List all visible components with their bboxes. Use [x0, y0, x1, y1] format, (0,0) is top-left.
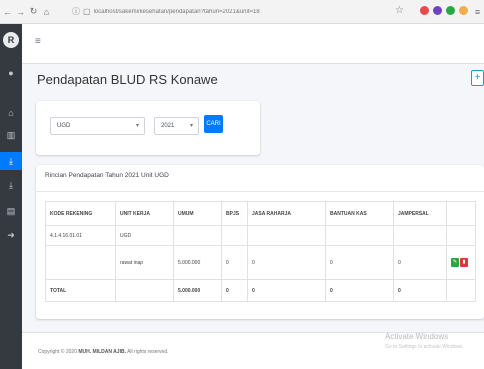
income-table: KODE REKENING UNIT KERJA UMUM BPJS JASA …: [45, 201, 476, 302]
user-avatar-icon[interactable]: ●: [0, 64, 22, 82]
column-header: KODE REKENING: [45, 201, 116, 226]
content-area: Pendapatan BLUD RS Konawe + UGD ▾ 2021 ▾…: [22, 64, 484, 369]
table-cell: [325, 225, 394, 246]
sidebar: R ● ⌂ ▥ ⤓ ⤓ ▤ ➜: [0, 24, 22, 369]
page-icon: ▢: [83, 7, 91, 16]
column-header: BANTUAN KAS: [325, 201, 394, 226]
income-table-card: Rincian Pendapatan Tahun 2021 Unit UGD K…: [36, 165, 484, 319]
table-cell: [115, 279, 174, 302]
copyright-owner[interactable]: MUH. MILDAN AJIB.: [78, 349, 126, 355]
table-cell: 0: [393, 245, 447, 280]
logout-icon[interactable]: ➜: [0, 226, 22, 244]
chevron-down-icon: ▾: [189, 123, 193, 129]
home-icon[interactable]: ⌂: [41, 7, 52, 17]
download-icon[interactable]: ⤓: [0, 176, 22, 194]
table-cell: [173, 225, 222, 246]
table-cell: 0: [393, 279, 447, 302]
copyright-suffix: All rights reserved.: [127, 349, 169, 355]
unit-select[interactable]: UGD ▾: [50, 117, 145, 135]
app-logo[interactable]: R: [3, 32, 19, 48]
table-cell: TOTAL: [45, 279, 116, 302]
table-row: 4.1.4.16.01.01 UGD: [45, 225, 476, 246]
table-cell: 5.000.000: [173, 279, 222, 302]
unit-select-value: UGD: [57, 123, 71, 129]
forward-icon[interactable]: →: [15, 7, 26, 17]
url-text: localhost/sakemi/kesehatan/pendapatan?ta…: [93, 8, 260, 15]
table-cell: 0: [325, 279, 394, 302]
filter-card: UGD ▾ 2021 ▾ CARI: [36, 101, 260, 155]
chart-icon[interactable]: ▥: [0, 126, 22, 144]
extension-icon[interactable]: [420, 6, 429, 15]
table-cell: [393, 225, 447, 246]
page-title: Pendapatan BLUD RS Konawe: [37, 72, 218, 87]
column-header: JAMPERSAL: [393, 201, 447, 226]
extension-icon[interactable]: [446, 6, 455, 15]
column-header: [446, 201, 476, 226]
table-cell: 0: [247, 245, 326, 280]
table-cell: 0: [325, 245, 394, 280]
chevron-down-icon: ▾: [135, 123, 139, 129]
menu-icon[interactable]: ≡: [472, 7, 483, 17]
table-cell: [221, 225, 248, 246]
card-title: Rincian Pendapatan Tahun 2021 Unit UGD: [45, 172, 169, 179]
browser-toolbar: ← → ↻ ⌂ ⓘ ▢ localhost/sakemi/kesehatan/p…: [0, 0, 484, 24]
search-button[interactable]: CARI: [204, 115, 223, 133]
back-icon[interactable]: ←: [2, 7, 13, 17]
address-bar[interactable]: ⓘ ▢ localhost/sakemi/kesehatan/pendapata…: [72, 4, 402, 20]
divider: [36, 191, 484, 192]
hamburger-menu-icon[interactable]: ≡: [35, 36, 41, 47]
table-cell: [446, 225, 476, 246]
home-icon[interactable]: ⌂: [0, 104, 22, 122]
table-header-row: KODE REKENING UNIT KERJA UMUM BPJS JASA …: [45, 201, 476, 226]
column-header: BPJS: [221, 201, 248, 226]
table-cell: 0: [221, 245, 248, 280]
extension-icon[interactable]: [459, 6, 468, 15]
edit-icon[interactable]: ✎: [451, 258, 459, 267]
table-cell: [45, 245, 116, 280]
column-header: UNIT KERJA: [115, 201, 174, 226]
activation-watermark-title: Activate Windows: [385, 332, 449, 341]
report-icon[interactable]: ▤: [0, 202, 22, 220]
table-cell: 0: [247, 279, 326, 302]
total-row: TOTAL 5.000.000 0 0 0 0: [45, 279, 476, 302]
extension-icon[interactable]: [433, 6, 442, 15]
table-cell: UGD: [115, 225, 174, 246]
copyright-prefix: Copyright © 2020: [38, 349, 77, 355]
table-cell: 4.1.4.16.01.01: [45, 225, 116, 246]
row-actions: ✎ ▮: [446, 245, 476, 280]
table-cell: [446, 279, 476, 302]
copyright-text: Copyright © 2020 MUH. MILDAN AJIB. All r…: [38, 349, 169, 355]
column-header: JASA RAHARJA: [247, 201, 326, 226]
table-cell: [247, 225, 326, 246]
table-cell: rawat inap: [115, 245, 174, 280]
activation-watermark-subtitle: Go to Settings to activate Windows.: [385, 344, 464, 350]
column-header: UMUM: [173, 201, 222, 226]
star-icon[interactable]: ☆: [395, 5, 404, 16]
table-cell: 5.000.000: [173, 245, 222, 280]
add-button[interactable]: +: [471, 70, 484, 86]
year-select-value: 2021: [161, 123, 175, 129]
top-navbar: ≡: [22, 24, 484, 64]
delete-icon[interactable]: ▮: [460, 258, 468, 267]
table-row: rawat inap 5.000.000 0 0 0 0 ✎ ▮: [45, 245, 476, 280]
reload-icon[interactable]: ↻: [28, 6, 39, 17]
info-icon: ⓘ: [72, 7, 80, 16]
download-icon[interactable]: ⤓: [0, 152, 22, 170]
year-select[interactable]: 2021 ▾: [154, 117, 199, 135]
table-cell: 0: [221, 279, 248, 302]
